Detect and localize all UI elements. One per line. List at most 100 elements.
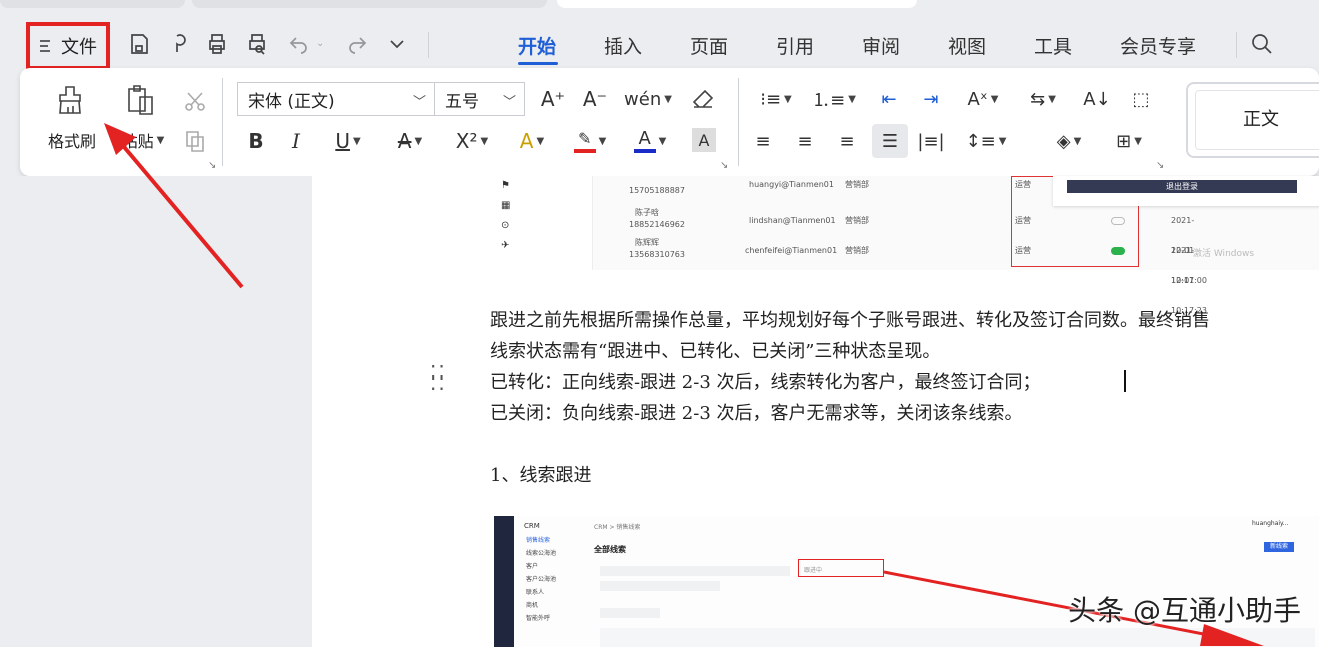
hamburger-icon (40, 40, 50, 52)
watermark: 头条 @互通小助手 (1068, 594, 1301, 627)
tab-start[interactable]: 开始 (518, 32, 556, 59)
document-page[interactable]: ⚑ ▦ ⊙ ✈ 退出登录 15705188887 huangyi@Tianmen01 … (312, 176, 1319, 647)
font-name-select[interactable]: 宋体 (正文) ﹀ (237, 82, 435, 116)
character-shading-button[interactable]: A (692, 128, 716, 152)
style-normal-tile[interactable]: 正文 (1186, 82, 1319, 158)
tab-review[interactable]: 审阅 (862, 32, 900, 59)
paragraph-line[interactable]: 跟进之前先根据所需操作总量，平均规划好每个子账号跟进、转化及签订合同数。最终销售 (490, 306, 1210, 332)
font-size-select[interactable]: 五号 ﹀ (434, 82, 525, 116)
chevron-down-icon: ▼ (1048, 93, 1056, 105)
character-shading-icon: A (698, 130, 710, 150)
divider (738, 78, 739, 166)
crm-filter-bar (600, 581, 720, 591)
cell-dept: 营销部 (845, 246, 869, 255)
phonetic-guide-button[interactable]: wén ▼ (624, 84, 672, 114)
scissors-icon (185, 92, 205, 111)
section-heading[interactable]: 1、线索跟进 (490, 461, 591, 487)
chevron-down-icon: ▼ (414, 135, 423, 147)
tab-page[interactable]: 页面 (690, 32, 728, 59)
increase-font-button[interactable]: A⁺ (538, 84, 568, 114)
toggle-off (1111, 217, 1125, 225)
strikethrough-icon: A (397, 129, 412, 153)
undo-dropdown-icon[interactable]: ⌄ (316, 38, 324, 49)
italic-button[interactable]: I (282, 126, 310, 156)
cell-phone: 13568310763 (629, 250, 685, 259)
font-name-value: 宋体 (正文) (248, 91, 335, 112)
top-menu-bar: 文件 ⌄ 开始 插入 页面 引用 审阅 视图 工具 会员专享 (0, 8, 1319, 70)
crm-filter-bar (600, 566, 790, 576)
more-quick-actions-button[interactable] (383, 30, 411, 58)
superscript-button[interactable]: X² ▼ (446, 126, 498, 156)
numbered-list-button[interactable]: ⒈≡ ▼ (812, 84, 856, 114)
cell-role: 运营 (1015, 180, 1031, 189)
clear-format-button[interactable] (688, 84, 718, 114)
align-left-button[interactable]: ≡ (748, 126, 778, 156)
tab-member[interactable]: 会员专享 (1120, 32, 1196, 59)
text-effect-icon: A (519, 129, 534, 153)
line-spacing-button[interactable]: ↕≡ ▼ (962, 126, 1010, 156)
tab-references[interactable]: 引用 (776, 32, 814, 59)
cell-role: 运营 (1015, 216, 1031, 225)
decrease-indent-button[interactable]: ⇤ (874, 84, 904, 114)
print-preview-icon (249, 34, 265, 55)
outdent-icon: ⇤ (881, 88, 897, 110)
printer-icon (209, 34, 225, 54)
text-effect-button[interactable]: A ▼ (510, 126, 554, 156)
sidebar-item: 销售线索 (526, 537, 551, 544)
font-launcher-icon[interactable]: ↘ (720, 160, 728, 171)
align-right-button[interactable]: ≡ (832, 126, 862, 156)
bullet-list-icon: ⁝≡ (760, 88, 782, 110)
chevron-down-icon: ▼ (990, 93, 999, 105)
format-painter-button[interactable] (54, 82, 88, 118)
paragraph-line[interactable]: 线索状态需有“跟进中、已转化、已关闭”三种状态呈现。 (490, 337, 940, 363)
paragraph-line[interactable]: 已关闭：负向线索-跟进 2-3 次后，客户无需求等，关闭该条线索。 (490, 399, 1023, 425)
chevron-down-icon: ﹀ (412, 95, 426, 110)
browser-tab[interactable] (0, 0, 185, 8)
format-painter-icon (59, 86, 81, 114)
undo-button[interactable] (285, 30, 313, 58)
clipboard-icon (128, 85, 153, 115)
print-preview-button[interactable] (243, 30, 271, 58)
paragraph-launcher-icon[interactable]: ↘ (1156, 160, 1164, 171)
font-color-button[interactable]: A ▼ (626, 126, 674, 156)
tab-insert[interactable]: 插入 (604, 32, 642, 59)
underline-button[interactable]: U ▼ (324, 126, 372, 156)
search-button[interactable] (1248, 30, 1276, 58)
align-center-button[interactable]: ≡ (790, 126, 820, 156)
cell-role: 运营 (1015, 246, 1031, 255)
text-direction-button[interactable]: Aˣ ▼ (960, 84, 1006, 114)
annotation-arrow (104, 123, 244, 289)
cut-button[interactable] (180, 86, 210, 116)
paste-button[interactable] (122, 82, 158, 118)
decrease-font-icon: A⁻ (582, 87, 608, 111)
tab-tools[interactable]: 工具 (1034, 32, 1072, 59)
highlight-color-button[interactable]: ✎ ▼ (566, 126, 614, 156)
browser-tab-active[interactable] (557, 0, 917, 8)
search-icon (1252, 34, 1272, 54)
cell-dept: 营销部 (845, 180, 869, 189)
borders-button[interactable]: ⊞ ▼ (1106, 126, 1152, 156)
save-button[interactable] (125, 30, 153, 58)
shading-button[interactable]: ◈ ▼ (1046, 126, 1092, 156)
tab-view[interactable]: 视图 (948, 32, 986, 59)
justify-button[interactable]: ☰ (872, 124, 908, 158)
crm-filter-bar (600, 608, 660, 618)
paragraph-line[interactable]: 已转化：正向线索-跟进 2-3 次后，线索转化为客户，最终签订合同； (490, 368, 1041, 394)
crm-breadcrumb: CRM > 销售线索 (594, 524, 641, 531)
bullet-list-button[interactable]: ⁝≡ ▼ (754, 84, 798, 114)
browser-tab[interactable] (192, 0, 547, 8)
justify-icon: ☰ (881, 130, 899, 152)
file-menu-button[interactable]: 文件 (26, 22, 110, 70)
print-button[interactable] (203, 30, 231, 58)
redo-button[interactable] (343, 30, 371, 58)
user-table: 15705188887 huangyi@Tianmen01 营销部 运营 陈子晗… (617, 176, 1207, 315)
strikethrough-button[interactable]: A ▼ (386, 126, 434, 156)
rtl-direction-button[interactable]: ⇆ ▼ (1020, 84, 1066, 114)
distribute-button[interactable]: |≡| (916, 126, 946, 156)
show-marks-button[interactable]: ⬚ (1126, 84, 1156, 114)
increase-indent-button[interactable]: ⇥ (916, 84, 946, 114)
decrease-font-button[interactable]: A⁻ (580, 84, 610, 114)
sort-button[interactable]: A↓ (1082, 84, 1112, 114)
format-painter-quick-button[interactable] (165, 30, 193, 58)
drag-handle-icon[interactable]: ⁚⁚ ⁚⁚ (430, 363, 447, 393)
